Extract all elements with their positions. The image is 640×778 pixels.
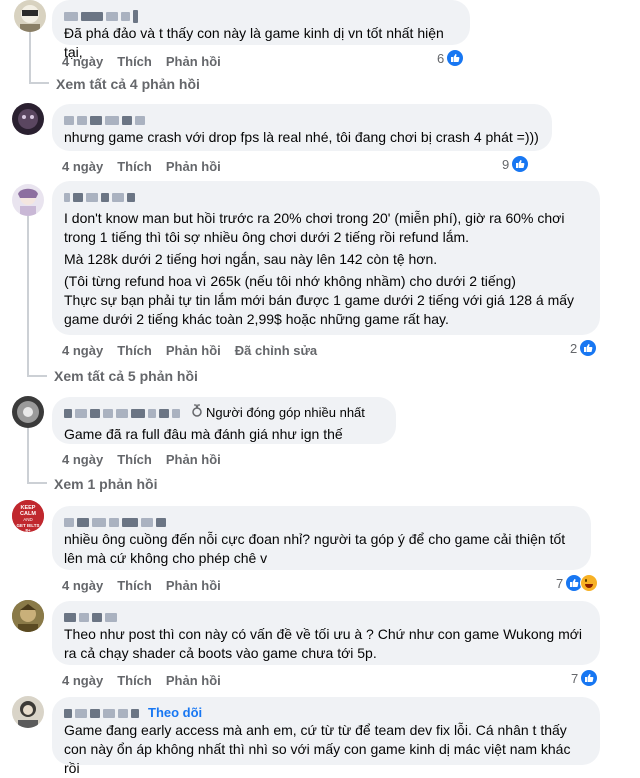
- reaction-summary[interactable]: 7: [556, 574, 599, 592]
- commenter-name[interactable]: Theo dõi: [64, 705, 588, 721]
- avatar[interactable]: KEEP CALM AND GET IELTS 8+: [12, 500, 44, 532]
- commenter-name[interactable]: Người đóng góp nhiều nhất: [64, 404, 384, 422]
- timestamp[interactable]: 4 ngày: [62, 343, 103, 358]
- reply-button[interactable]: Phản hồi: [166, 343, 221, 358]
- top-contributor-badge[interactable]: Người đóng góp nhiều nhất: [191, 404, 365, 422]
- commenter-name[interactable]: [64, 189, 588, 205]
- comment-text: nhiều ông cuồng đến nỗi cực đoan nhỉ? ng…: [64, 531, 566, 566]
- view-replies-link[interactable]: Xem tất cả 4 phản hồi: [56, 76, 200, 92]
- reply-button[interactable]: Phản hồi: [166, 578, 221, 593]
- like-button[interactable]: Thích: [117, 673, 152, 688]
- timestamp[interactable]: 4 ngày: [62, 54, 103, 69]
- comment-bubble: nhiều ông cuồng đến nỗi cực đoan nhỉ? ng…: [52, 506, 591, 570]
- reaction-summary[interactable]: 7: [571, 669, 599, 687]
- comment-bubble: Theo như post thì con này có vấn đề về t…: [52, 601, 600, 665]
- reaction-summary[interactable]: 6: [437, 49, 465, 67]
- comment-actions: 4 ngày Thích Phản hồi: [62, 54, 221, 69]
- view-replies-link[interactable]: Xem 1 phản hồi: [54, 476, 157, 492]
- thread-connector: [27, 375, 47, 377]
- reaction-summary[interactable]: 2: [570, 339, 598, 357]
- commenter-name[interactable]: [64, 8, 458, 24]
- badge-label: Người đóng góp nhiều nhất: [206, 405, 365, 420]
- avatar[interactable]: [12, 103, 44, 135]
- like-button[interactable]: Thích: [117, 159, 152, 174]
- medal-icon: [191, 404, 203, 422]
- thread-connector: [29, 32, 31, 82]
- avatar[interactable]: [14, 0, 46, 32]
- reply-button[interactable]: Phản hồi: [166, 452, 221, 467]
- like-button[interactable]: Thích: [117, 54, 152, 69]
- thread-connector: [27, 428, 29, 482]
- timestamp[interactable]: 4 ngày: [62, 159, 103, 174]
- like-icon: [579, 339, 598, 357]
- comment-actions: 4 ngày Thích Phản hồi: [62, 673, 221, 688]
- like-icon: [580, 669, 599, 687]
- like-icon: [511, 155, 530, 173]
- comment-actions: 4 ngày Thích Phản hồi Đã chỉnh sửa: [62, 343, 317, 358]
- timestamp[interactable]: 4 ngày: [62, 578, 103, 593]
- comment-text: (Tôi từng refund hoa vì 265k (nếu tôi nh…: [64, 273, 516, 289]
- like-button[interactable]: Thích: [117, 578, 152, 593]
- commenter-name[interactable]: [64, 514, 579, 530]
- comment-text: nhưng game crash với drop fps là real nh…: [64, 129, 539, 145]
- like-button[interactable]: Thích: [117, 343, 152, 358]
- comment-bubble: Theo dõi Game đang early access mà anh e…: [52, 697, 600, 776]
- timestamp[interactable]: 4 ngày: [62, 673, 103, 688]
- reaction-count: 9: [502, 156, 510, 172]
- like-icon: [446, 49, 465, 67]
- reaction-count: 7: [571, 670, 579, 686]
- comment-text: Theo như post thì con này có vấn đề về t…: [64, 626, 583, 661]
- comment-bubble: nhưng game crash với drop fps là real nh…: [52, 104, 552, 151]
- comment-text: Mà 128k dưới 2 tiếng hơi ngắn, sau này l…: [64, 251, 438, 267]
- comment-text: Thực sự bạn phải tự tin lắm mới bán được…: [64, 292, 575, 327]
- reaction-count: 2: [570, 340, 578, 356]
- timestamp[interactable]: 4 ngày: [62, 452, 103, 467]
- view-replies-link[interactable]: Xem tất cả 5 phản hồi: [54, 368, 198, 384]
- comment-actions: 4 ngày Thích Phản hồi: [62, 452, 221, 467]
- reply-button[interactable]: Phản hồi: [166, 159, 221, 174]
- reaction-count: 6: [437, 50, 445, 66]
- thread-connector: [27, 216, 29, 375]
- comment-bubble: I don't know man but hồi trước ra 20% ch…: [52, 181, 600, 335]
- reaction-count: 7: [556, 575, 564, 591]
- avatar[interactable]: [12, 600, 44, 632]
- comment-text: Game đã ra full đâu mà đánh giá như ign …: [64, 426, 343, 442]
- reaction-summary[interactable]: 9: [502, 155, 530, 173]
- avatar[interactable]: [12, 184, 44, 216]
- commenter-name[interactable]: [64, 112, 540, 128]
- comment-bubble: Người đóng góp nhiều nhất Game đã ra ful…: [52, 397, 396, 444]
- commenter-name[interactable]: [64, 609, 588, 625]
- like-button[interactable]: Thích: [117, 452, 152, 467]
- svg-text:AND: AND: [23, 517, 33, 522]
- comment-bubble: Đã phá đảo và t thấy con này là game kin…: [52, 0, 470, 60]
- avatar[interactable]: [12, 696, 44, 728]
- comment-text: Game đang early access mà anh em, cứ từ …: [64, 722, 571, 776]
- follow-button[interactable]: Theo dõi: [148, 705, 202, 721]
- reply-button[interactable]: Phản hồi: [166, 54, 221, 69]
- svg-text:8+: 8+: [25, 528, 31, 532]
- thread-connector: [27, 482, 47, 484]
- comment-actions: 4 ngày Thích Phản hồi: [62, 159, 221, 174]
- avatar[interactable]: [12, 396, 44, 428]
- comment-actions: 4 ngày Thích Phản hồi: [62, 578, 221, 593]
- haha-icon: [580, 574, 599, 592]
- comment-text: I don't know man but hồi trước ra 20% ch…: [64, 210, 565, 245]
- edited-label[interactable]: Đã chỉnh sửa: [235, 343, 317, 358]
- reply-button[interactable]: Phản hồi: [166, 673, 221, 688]
- thread-connector: [29, 82, 49, 84]
